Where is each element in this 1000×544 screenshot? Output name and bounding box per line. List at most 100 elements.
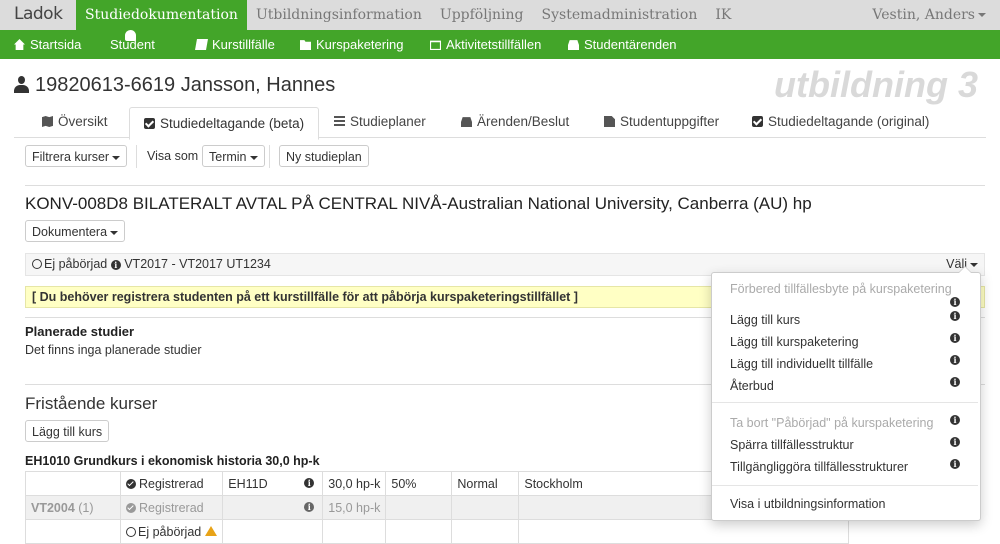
info-icon[interactable]: i	[304, 502, 315, 512]
tab-studentuppgifter[interactable]: Studentuppgifter	[604, 106, 719, 137]
table-cell: 50%	[385, 471, 453, 496]
menu-item-aterbud[interactable]: Återbud	[730, 379, 774, 393]
menu-item-lock-structure[interactable]: Spärra tillfällesstruktur	[730, 438, 854, 452]
tab-label: Studieplaner	[350, 114, 426, 129]
menu-item-prepare-switch[interactable]: Förbered tillfällesbyte på kurspaketerin…	[730, 282, 952, 296]
term-label: VT2004	[31, 500, 75, 515]
info-icon[interactable]: i	[110, 260, 121, 270]
nav-label: Kurstillfälle	[212, 37, 275, 52]
planned-studies-heading: Planerade studier	[25, 324, 135, 339]
nav-kurstillfalle[interactable]: Kurstillfälle	[195, 30, 275, 59]
nav-label: Studentärenden	[584, 37, 677, 52]
topnav-utbildningsinformation[interactable]: Utbildningsinformation	[247, 0, 431, 30]
new-study-plan-button[interactable]: Ny studieplan	[279, 145, 369, 167]
info-icon[interactable]: i	[950, 311, 960, 321]
user-menu[interactable]: Vestin, Anders	[872, 0, 986, 30]
check-circle-icon	[126, 478, 136, 489]
list-icon	[334, 116, 345, 127]
menu-divider	[712, 485, 978, 486]
menu-item-add-individual[interactable]: Lägg till individuellt tillfälle	[730, 357, 873, 371]
course-heading: EH1010 Grundkurs i ekonomisk historia 30…	[25, 454, 320, 468]
status-text: Ej påbörjad i VT2017 - VT2017 UT1234	[32, 254, 271, 275]
standalone-courses-heading: Fristående kurser	[25, 394, 158, 413]
map-icon	[42, 116, 53, 127]
table-cell	[385, 495, 453, 520]
divider	[25, 185, 985, 186]
chevron-down-icon	[110, 230, 119, 235]
topnav-systemadministration[interactable]: Systemadministration	[533, 0, 707, 30]
add-course-button[interactable]: Lägg till kurs	[25, 420, 110, 442]
info-icon[interactable]: i	[950, 459, 960, 469]
info-icon[interactable]: i	[304, 478, 315, 488]
nav-aktivitetstillfallen[interactable]: Aktivitetstillfällen	[430, 30, 541, 59]
nav-student[interactable]: Student	[110, 30, 155, 59]
view-as-value: Termin	[209, 150, 247, 164]
filter-courses-button[interactable]: Filtrera kurser	[25, 145, 128, 167]
toolbar-divider	[269, 145, 270, 168]
menu-item-remove-started[interactable]: Ta bort "Påbörjad" på kurspaketering	[730, 416, 933, 430]
nav-studentarenden[interactable]: Studentärenden	[568, 30, 677, 59]
top-nav: Studiedokumentation Utbildningsinformati…	[76, 0, 740, 30]
status-text: Registrerad	[139, 500, 204, 515]
nav-startsida[interactable]: Startsida	[14, 30, 81, 59]
document-button[interactable]: Dokumentera	[25, 220, 126, 242]
ladok-logo[interactable]: Ladok	[14, 4, 63, 24]
table-cell: Registrerad	[119, 495, 224, 520]
tab-studieplaner[interactable]: Studieplaner	[334, 106, 426, 137]
chevron-down-icon	[978, 13, 986, 17]
view-as-select[interactable]: Termin	[202, 145, 265, 167]
book-icon	[195, 39, 208, 50]
info-icon[interactable]: i	[950, 415, 960, 425]
info-icon[interactable]: i	[950, 377, 960, 387]
tab-label: Översikt	[58, 114, 108, 129]
chevron-down-icon	[112, 155, 121, 160]
term-count: (1)	[78, 500, 94, 515]
circle-icon	[32, 259, 42, 269]
chevron-down-icon	[249, 155, 258, 160]
table-cell	[25, 471, 121, 496]
topnav-studiedokumentation[interactable]: Studiedokumentation	[76, 0, 247, 30]
user-icon	[14, 76, 29, 93]
status-text: Registrerad	[139, 476, 204, 491]
filter-label: Filtrera kurser	[32, 150, 110, 164]
toolbar-divider	[136, 145, 137, 168]
menu-divider	[712, 402, 978, 403]
table-cell: Normal	[451, 471, 520, 496]
check-square-icon	[144, 118, 155, 129]
folder-icon	[300, 40, 311, 50]
tab-bar: Översikt Studiedeltagande (beta) Studiep…	[14, 106, 986, 140]
tab-studiedeltagande-original[interactable]: Studiedeltagande (original)	[752, 106, 929, 137]
document-label: Dokumentera	[32, 225, 108, 239]
tab-label: Studiedeltagande (original)	[768, 114, 930, 129]
info-icon[interactable]: i	[950, 355, 960, 365]
menu-item-add-course[interactable]: Lägg till kurs	[730, 313, 800, 327]
inbox-icon	[461, 117, 472, 127]
top-bar: Ladok Studiedokumentation Utbildningsinf…	[0, 0, 1000, 30]
warning-icon	[205, 525, 218, 536]
calendar-icon	[430, 40, 441, 50]
tab-oversikt[interactable]: Översikt	[42, 106, 108, 137]
nav-kurspaketering[interactable]: Kurspaketering	[300, 30, 403, 59]
info-icon[interactable]: i	[950, 437, 960, 447]
table-cell: i	[222, 495, 324, 520]
menu-item-enable-structures[interactable]: Tillgängliggöra tillfällesstrukturer	[730, 460, 908, 474]
info-icon[interactable]: i	[950, 297, 960, 307]
topnav-ik[interactable]: IK	[706, 0, 740, 30]
tab-studiedeltagande-beta[interactable]: Studiedeltagande (beta)	[129, 107, 320, 140]
table-cell	[451, 495, 520, 520]
topnav-uppfoljning[interactable]: Uppföljning	[431, 0, 533, 30]
view-as-label: Visa som	[147, 149, 199, 163]
user-icon	[124, 30, 136, 41]
menu-item-show-in-education-info[interactable]: Visa i utbildningsinformation	[730, 497, 885, 511]
info-icon[interactable]: i	[950, 333, 960, 343]
table-cell: Registrerad	[119, 471, 224, 496]
student-heading: 19820613-6619 Jansson, Hannes	[14, 74, 335, 97]
tab-label: Studentuppgifter	[620, 114, 720, 129]
tab-arenden-beslut[interactable]: Ärenden/Beslut	[461, 106, 569, 137]
check-circle-icon	[126, 502, 136, 513]
table-cell: 30,0 hp-k	[322, 471, 387, 496]
menu-item-add-package[interactable]: Lägg till kurspaketering	[730, 335, 859, 349]
planned-studies-text: Det finns inga planerade studier	[25, 343, 202, 357]
logo-text: Ladok	[14, 4, 63, 24]
nav-label: Aktivitetstillfällen	[446, 37, 542, 52]
